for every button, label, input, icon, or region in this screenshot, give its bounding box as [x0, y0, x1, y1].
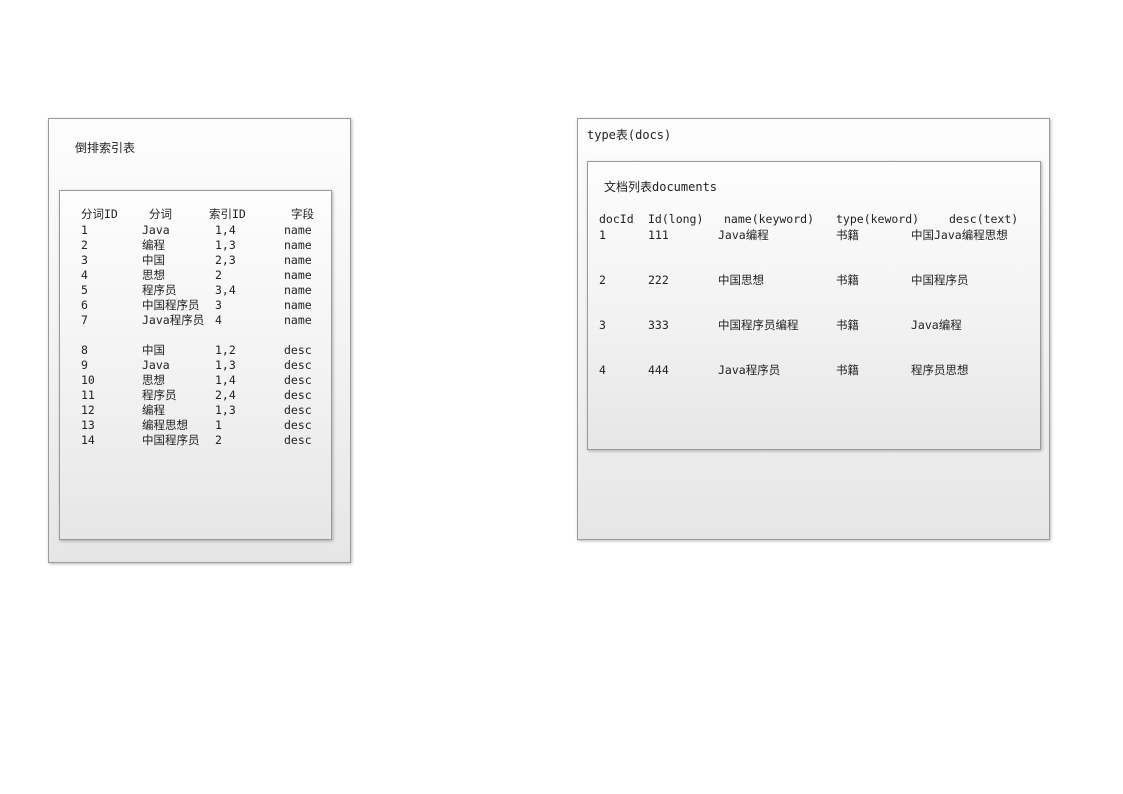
index-cell: desc [284, 343, 312, 357]
index-cell: 2 [215, 433, 222, 447]
inverted-index-title: 倒排索引表 [75, 141, 136, 155]
document-cell: 4 [599, 363, 606, 377]
index-cell: Java [142, 223, 170, 237]
index-cell: 1,4 [215, 373, 236, 387]
index-cell: desc [284, 418, 312, 432]
index-cell: 5 [81, 283, 88, 297]
index-cell: 1 [215, 418, 222, 432]
index-cell: desc [284, 403, 312, 417]
index-cell: 10 [81, 373, 95, 387]
document-cell: 书籍 [836, 363, 859, 377]
index-cell: 中国程序员 [142, 433, 200, 447]
index-cell: name [284, 268, 312, 282]
index-cell: 8 [81, 343, 88, 357]
document-cell: 222 [648, 273, 669, 287]
index-cell: Java程序员 [142, 313, 205, 327]
header-term: 分词 [149, 207, 172, 221]
header-term-id: 分词ID [81, 207, 118, 221]
document-cell: 中国程序员 [911, 273, 969, 287]
index-cell: 2,4 [215, 388, 236, 402]
document-cell: 中国思想 [718, 273, 764, 287]
document-cell: Java编程 [718, 228, 769, 242]
document-cell: 2 [599, 273, 606, 287]
document-cell: 3 [599, 318, 606, 332]
index-cell: 1,4 [215, 223, 236, 237]
index-cell: desc [284, 433, 312, 447]
index-cell: 9 [81, 358, 88, 372]
index-cell: 1,3 [215, 403, 236, 417]
header-field: 字段 [291, 207, 314, 221]
index-cell: 6 [81, 298, 88, 312]
index-cell: 3 [215, 298, 222, 312]
index-cell: desc [284, 373, 312, 387]
index-cell: 程序员 [142, 388, 177, 402]
document-cell: 111 [648, 228, 669, 242]
header-index-id: 索引ID [209, 207, 246, 221]
index-cell: 2,3 [215, 253, 236, 267]
index-cell: name [284, 238, 312, 252]
index-cell: 1 [81, 223, 88, 237]
index-cell: 11 [81, 388, 95, 402]
type-table-title: type表(docs) [587, 128, 672, 142]
documents-table: 文档列表documents docId Id(long) name(keywor… [587, 161, 1041, 450]
index-cell: 程序员 [142, 283, 177, 297]
index-cell: 4 [215, 313, 222, 327]
index-cell: 2 [215, 268, 222, 282]
index-cell: 编程 [142, 403, 165, 417]
index-cell: 12 [81, 403, 95, 417]
document-cell: Java编程 [911, 318, 962, 332]
document-cell: 书籍 [836, 228, 859, 242]
index-cell: 1,3 [215, 358, 236, 372]
index-cell: name [284, 283, 312, 297]
document-cell: 中国Java编程思想 [911, 228, 1008, 242]
header-type: type(keword) [836, 212, 920, 226]
index-cell: name [284, 313, 312, 327]
index-cell: desc [284, 388, 312, 402]
index-cell: 1,2 [215, 343, 236, 357]
document-cell: 1 [599, 228, 606, 242]
index-cell: 4 [81, 268, 88, 282]
index-cell: 思想 [142, 268, 165, 282]
index-cell: 3,4 [215, 283, 236, 297]
document-cell: 书籍 [836, 318, 859, 332]
index-cell: 中国 [142, 343, 165, 357]
index-cell: 3 [81, 253, 88, 267]
index-cell: 中国 [142, 253, 165, 267]
document-cell: 程序员思想 [911, 363, 969, 377]
documents-title: 文档列表documents [604, 180, 718, 194]
index-cell: 7 [81, 313, 88, 327]
document-cell: 中国程序员编程 [718, 318, 799, 332]
document-cell: 333 [648, 318, 669, 332]
index-cell: 编程 [142, 238, 165, 252]
index-cell: 2 [81, 238, 88, 252]
index-cell: 14 [81, 433, 95, 447]
index-cell: desc [284, 358, 312, 372]
document-cell: 书籍 [836, 273, 859, 287]
document-cell: 444 [648, 363, 669, 377]
header-doc-id: docId [599, 212, 634, 226]
index-cell: 1,3 [215, 238, 236, 252]
index-cell: name [284, 223, 312, 237]
document-cell: Java程序员 [718, 363, 781, 377]
index-cell: 思想 [142, 373, 165, 387]
index-cell: name [284, 298, 312, 312]
index-cell: 编程思想 [142, 418, 188, 432]
header-name: name(keyword) [724, 212, 815, 226]
index-cell: 中国程序员 [142, 298, 200, 312]
header-desc: desc(text) [949, 212, 1019, 226]
index-cell: 13 [81, 418, 95, 432]
index-cell: Java [142, 358, 170, 372]
inverted-index-table: 分词ID 分词 索引ID 字段 1 Java 1,4 name 2 编程 1,3 name 3 中… [59, 190, 332, 540]
index-cell: name [284, 253, 312, 267]
header-id-long: Id(long) [648, 212, 704, 226]
